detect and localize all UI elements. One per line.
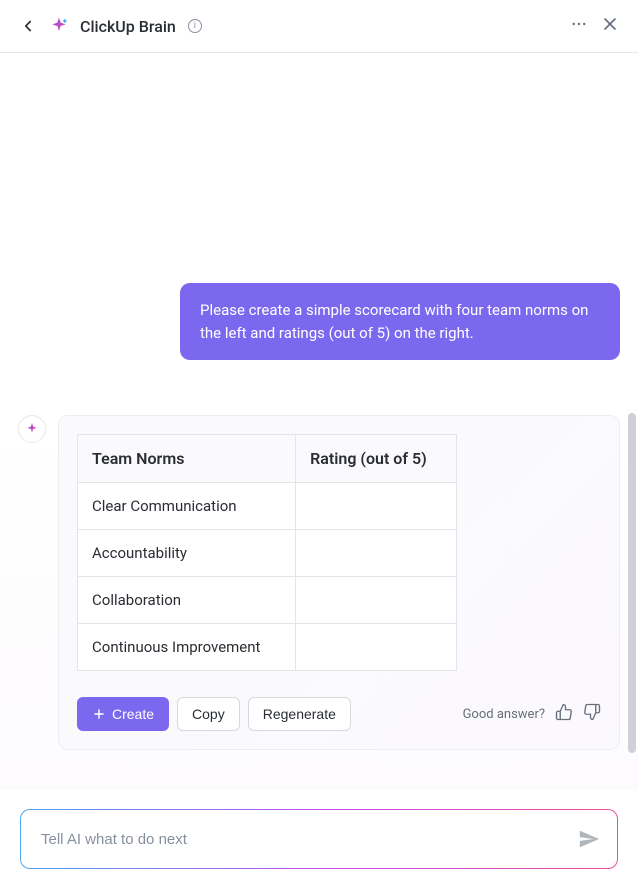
thumbs-down-icon[interactable]	[583, 703, 601, 725]
table-cell-rating	[296, 483, 457, 530]
more-options-icon[interactable]	[570, 15, 588, 37]
prompt-input[interactable]	[41, 831, 573, 848]
create-button[interactable]: Create	[77, 697, 169, 731]
table-cell-norm: Clear Communication	[78, 483, 296, 530]
table-header-norms: Team Norms	[78, 435, 296, 483]
table-cell-norm: Continuous Improvement	[78, 624, 296, 671]
regenerate-label: Regenerate	[263, 706, 336, 722]
chat-content: Please create a simple scorecard with fo…	[0, 53, 638, 790]
copy-label: Copy	[192, 706, 225, 722]
header: ClickUp Brain i	[0, 0, 638, 53]
user-message: Please create a simple scorecard with fo…	[180, 283, 620, 360]
feedback-label: Good answer?	[463, 707, 545, 722]
back-button[interactable]	[18, 16, 38, 36]
thumbs-up-icon[interactable]	[555, 703, 573, 725]
table-cell-norm: Collaboration	[78, 577, 296, 624]
table-row: Clear Communication	[78, 483, 457, 530]
table-cell-rating	[296, 530, 457, 577]
brain-icon	[48, 15, 70, 37]
ai-card: Team Norms Rating (out of 5) Clear Commu…	[58, 415, 620, 750]
input-area	[20, 809, 618, 869]
table-cell-rating	[296, 624, 457, 671]
action-bar: Create Copy Regenerate Good answer?	[77, 697, 601, 731]
table-cell-norm: Accountability	[78, 530, 296, 577]
scrollbar[interactable]	[628, 413, 636, 753]
page-title: ClickUp Brain	[80, 17, 176, 36]
close-icon[interactable]	[600, 14, 620, 38]
table-header-rating: Rating (out of 5)	[296, 435, 457, 483]
table-row: Continuous Improvement	[78, 624, 457, 671]
scorecard-table: Team Norms Rating (out of 5) Clear Commu…	[77, 434, 457, 671]
copy-button[interactable]: Copy	[177, 697, 240, 731]
create-label: Create	[112, 706, 154, 722]
table-cell-rating	[296, 577, 457, 624]
regenerate-button[interactable]: Regenerate	[248, 697, 351, 731]
ai-avatar-icon	[18, 415, 46, 443]
ai-response: Team Norms Rating (out of 5) Clear Commu…	[18, 415, 620, 750]
info-icon[interactable]: i	[188, 19, 202, 33]
table-row: Accountability	[78, 530, 457, 577]
send-button[interactable]	[573, 823, 605, 855]
table-row: Collaboration	[78, 577, 457, 624]
